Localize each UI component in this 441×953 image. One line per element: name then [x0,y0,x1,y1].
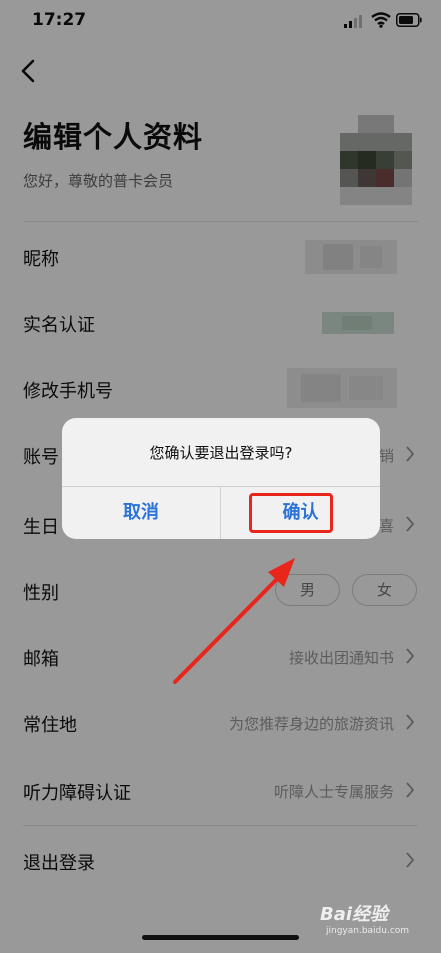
baidu-jingyan-watermark: Bai经验 [320,904,389,925]
home-indicator [142,935,299,940]
red-arrow-annotation [173,558,295,684]
watermark-url: jingyan.baidu.com [326,926,410,936]
cancel-button[interactable]: 取消 [62,487,220,539]
dialog-message: 您确认要退出登录吗? [149,444,293,462]
edit-profile-screen: 17:27 编辑个人资料 您好，尊敬的普卡会员 昵称 实名认证 修改手机号 账号… [0,0,441,953]
confirm-highlight-box [249,493,333,533]
